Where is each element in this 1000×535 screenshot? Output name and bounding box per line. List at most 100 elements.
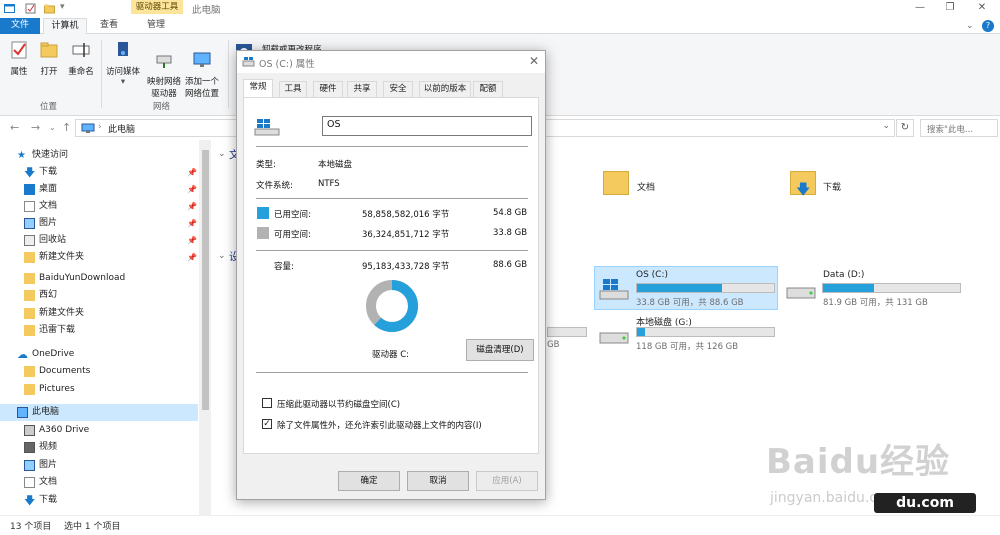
nav-item-videos[interactable]: 视频 xyxy=(0,439,198,456)
quick-access-dropdown-icon[interactable]: ▾ xyxy=(60,2,65,12)
collapse-devices-icon[interactable]: ⌄ xyxy=(218,251,226,261)
compress-checkbox[interactable] xyxy=(262,398,272,408)
tab-security[interactable]: 安全 xyxy=(383,81,413,97)
drive-space-c: 33.8 GB 可用，共 88.6 GB xyxy=(636,298,744,308)
drive-tools-context-label: 驱动器工具 xyxy=(131,0,183,14)
add-network-location-button[interactable]: 添加一个 网络位置 xyxy=(182,40,222,109)
nav-item-thunder-downloads[interactable]: 迅雷下载 xyxy=(0,322,198,339)
download-arrow-icon: 🡇 xyxy=(796,182,811,198)
nav-scrollbar-thumb[interactable] xyxy=(202,150,209,410)
ribbon-expand-icon[interactable]: ⌄ xyxy=(966,21,974,31)
rename-button[interactable]: 重命名 xyxy=(66,40,96,77)
tab-tools[interactable]: 工具 xyxy=(279,81,307,97)
compress-checkbox-label[interactable]: 压缩此驱动器以节约磁盘空间(C) xyxy=(277,398,400,410)
tab-file[interactable]: 文件 xyxy=(0,18,40,34)
up-icon[interactable]: ↑ xyxy=(62,121,71,134)
nav-item-documents[interactable]: 文档 📌 xyxy=(0,198,198,215)
picture-icon xyxy=(24,460,35,471)
map-network-drive-button[interactable]: 映射网络 驱动器 xyxy=(144,40,184,109)
back-icon[interactable]: ← xyxy=(10,121,19,134)
nav-item-pc-documents[interactable]: 文档 xyxy=(0,474,198,491)
tab-sharing[interactable]: 共享 xyxy=(347,81,377,97)
cancel-button[interactable]: 取消 xyxy=(407,471,469,491)
nav-item-downloads[interactable]: 🡇 下载 📌 xyxy=(0,164,198,181)
tab-manage[interactable]: 管理 xyxy=(133,18,179,34)
nav-item-pictures[interactable]: 图片 📌 xyxy=(0,215,198,232)
nav-item-desktop[interactable]: 桌面 📌 xyxy=(0,181,198,198)
breadcrumb-chevron-icon[interactable]: › xyxy=(98,122,102,132)
recent-locations-icon[interactable]: ⌄ xyxy=(49,123,56,132)
hard-drive-icon xyxy=(599,332,629,344)
free-space-bytes: 36,324,851,712 字节 xyxy=(362,230,450,240)
dialog-close-icon[interactable]: ✕ xyxy=(529,54,539,68)
group-separator xyxy=(101,40,102,108)
watermark-badge: du.com xyxy=(874,493,976,513)
nav-item-pc-pictures[interactable]: 图片 xyxy=(0,457,198,474)
pin-icon: 📌 xyxy=(187,202,197,211)
nav-item-recycle-bin[interactable]: 回收站 📌 xyxy=(0,232,198,249)
network-drive-icon xyxy=(156,55,172,68)
tab-general[interactable]: 常规 xyxy=(243,79,273,98)
folder-icon xyxy=(24,308,35,319)
tab-quota[interactable]: 配额 xyxy=(473,81,503,97)
documents-folder-icon[interactable] xyxy=(603,171,629,195)
access-media-button[interactable]: 访问媒体 ▾ xyxy=(105,40,141,87)
index-checkbox[interactable]: ✓ xyxy=(262,419,272,429)
file-system-label: 文件系统: xyxy=(256,181,293,191)
address-dropdown-icon[interactable]: ⌄ xyxy=(882,121,890,131)
nav-item-xihuan[interactable]: 西幻 xyxy=(0,287,198,304)
drive-usage-bar-g xyxy=(636,327,775,337)
help-icon[interactable]: ? xyxy=(982,20,994,32)
breadcrumb[interactable]: 此电脑 xyxy=(108,122,135,135)
general-tab-panel: OS 类型: 本地磁盘 文件系统: NTFS 已用空间: 58,858,582,… xyxy=(243,97,539,454)
pin-icon: 📌 xyxy=(187,168,197,177)
nav-item-onedrive-documents[interactable]: Documents xyxy=(0,363,198,380)
capacity-label: 容量: xyxy=(274,262,294,272)
folder-icon xyxy=(24,384,35,395)
divider xyxy=(256,198,528,199)
tab-computer[interactable]: 计算机 xyxy=(43,18,87,35)
index-checkbox-label[interactable]: 除了文件属性外，还允许索引此驱动器上文件的内容(I) xyxy=(277,419,482,431)
tab-view[interactable]: 查看 xyxy=(90,18,128,34)
apply-button[interactable]: 应用(A) xyxy=(476,471,538,491)
drive-name-input[interactable]: OS xyxy=(322,116,532,136)
refresh-button[interactable]: ↻ xyxy=(896,119,914,137)
ribbon-tabs: 文件 计算机 查看 管理 ⌄ ? xyxy=(0,18,1000,35)
close-button[interactable]: ✕ xyxy=(966,0,998,17)
nav-item-onedrive-pictures[interactable]: Pictures xyxy=(0,381,198,398)
collapse-folders-icon[interactable]: ⌄ xyxy=(218,149,226,159)
partial-drive-text: GB xyxy=(547,340,560,350)
minimize-button[interactable]: — xyxy=(904,0,936,17)
drive-usage-fill-c xyxy=(637,284,722,292)
tab-hardware[interactable]: 硬件 xyxy=(313,81,343,97)
this-pc-icon xyxy=(17,407,28,418)
nav-item-pc-downloads[interactable]: 🡇 下载 xyxy=(0,492,198,509)
disk-cleanup-button[interactable]: 磁盘清理(D) xyxy=(466,339,534,361)
nav-item-baiduyun[interactable]: BaiduYunDownload xyxy=(0,270,198,287)
picture-icon xyxy=(24,218,35,229)
forward-icon[interactable]: → xyxy=(31,121,40,134)
search-input[interactable]: 搜索"此电... xyxy=(920,119,998,137)
downloads-folder-label[interactable]: 下载 xyxy=(823,180,841,193)
nav-this-pc[interactable]: 此电脑 xyxy=(0,404,198,421)
properties-quick-icon[interactable] xyxy=(25,3,36,14)
nav-quick-access[interactable]: ★ 快速访问 xyxy=(0,147,198,164)
nav-item-new-folder-2[interactable]: 新建文件夹 xyxy=(0,305,198,322)
pin-icon: 📌 xyxy=(187,253,197,262)
ok-button[interactable]: 确定 xyxy=(338,471,400,491)
maximize-button[interactable]: ❐ xyxy=(934,0,966,17)
properties-button[interactable]: 属性 xyxy=(6,40,32,77)
dialog-title: OS (C:) 属性 xyxy=(259,59,315,70)
network-location-icon xyxy=(193,52,211,67)
drive-title-icon xyxy=(242,57,255,67)
new-folder-quick-icon[interactable] xyxy=(44,3,55,14)
nav-onedrive[interactable]: ☁ OneDrive xyxy=(0,346,198,363)
nav-item-a360[interactable]: A360 Drive xyxy=(0,422,198,439)
open-folder-icon xyxy=(40,42,58,58)
drive-icon xyxy=(24,425,35,436)
drive-name-d[interactable]: Data (D:) xyxy=(823,270,864,280)
nav-item-new-folder[interactable]: 新建文件夹 📌 xyxy=(0,249,198,266)
documents-folder-label[interactable]: 文档 xyxy=(637,180,655,193)
open-button[interactable]: 打开 xyxy=(36,40,62,77)
tab-previous-versions[interactable]: 以前的版本 xyxy=(419,81,471,97)
